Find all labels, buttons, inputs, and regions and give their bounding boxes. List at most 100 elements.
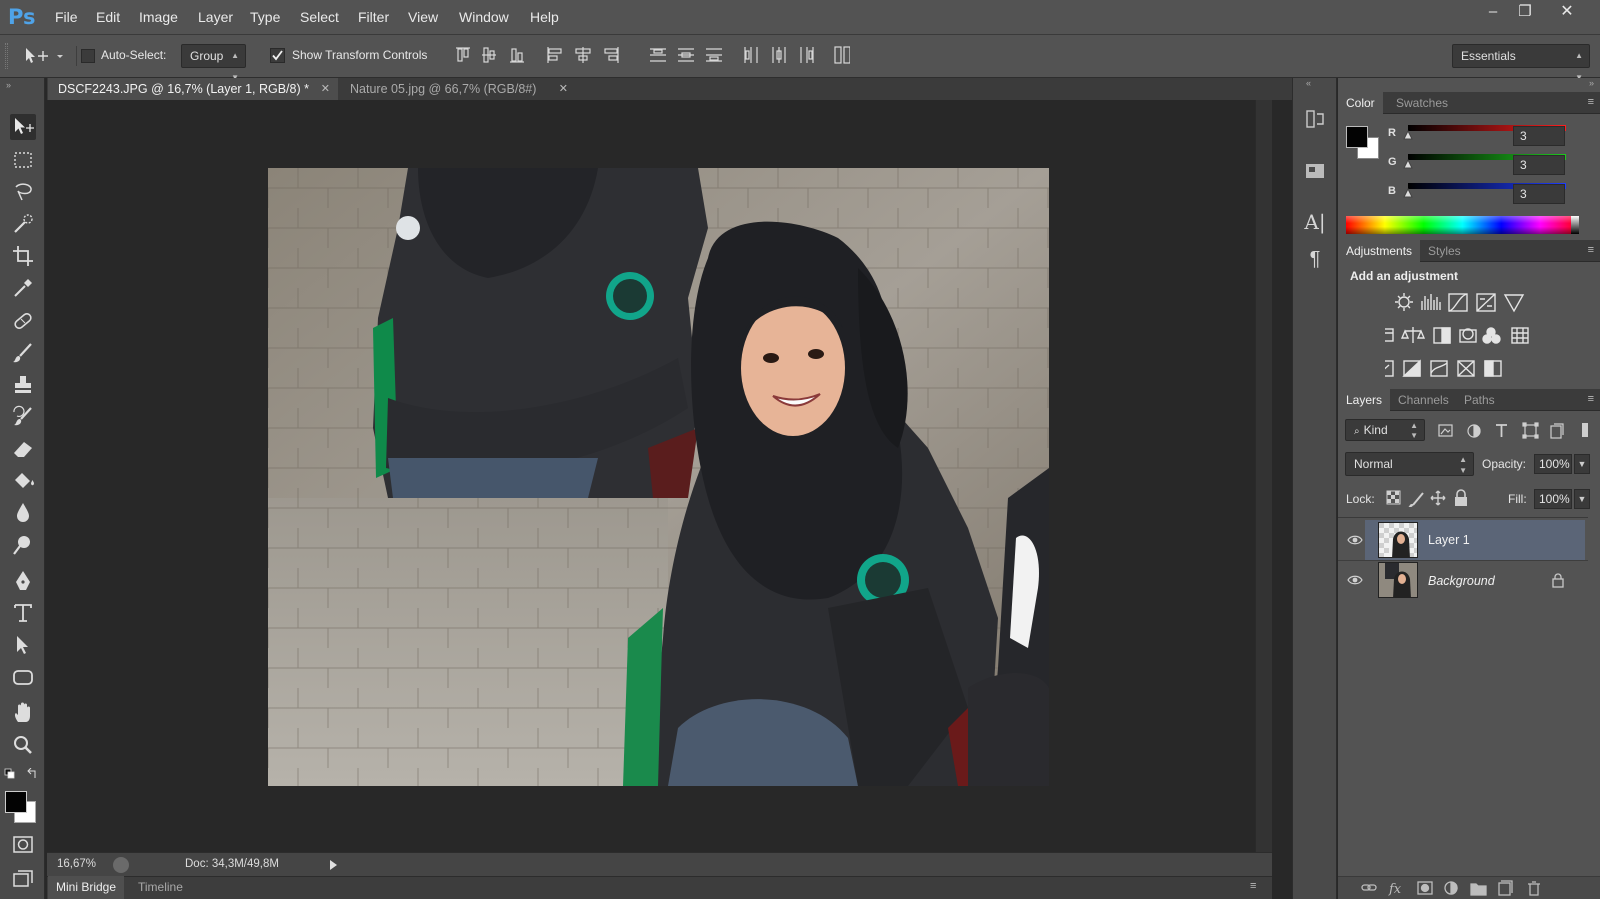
tab-paths[interactable]: Paths bbox=[1456, 389, 1503, 411]
menu-window[interactable]: Window bbox=[459, 0, 509, 35]
properties-panel-icon[interactable] bbox=[1302, 158, 1328, 184]
default-swap-colors-icons[interactable] bbox=[4, 768, 40, 782]
pen-tool-icon[interactable] bbox=[10, 568, 36, 594]
character-panel-icon[interactable]: A| bbox=[1302, 210, 1328, 236]
blend-mode-dropdown[interactable]: Normal ▲ ▼ bbox=[1345, 452, 1474, 476]
clone-stamp-tool-icon[interactable] bbox=[10, 372, 36, 398]
tab-channels[interactable]: Channels bbox=[1390, 389, 1457, 411]
slider-thumb-icon[interactable] bbox=[1403, 159, 1413, 169]
expand-dock-icon[interactable]: « bbox=[1306, 78, 1311, 88]
layer-filter-icons[interactable] bbox=[1436, 421, 1591, 441]
eraser-tool-icon[interactable] bbox=[10, 436, 36, 462]
tab-adjustments[interactable]: Adjustments bbox=[1338, 240, 1421, 262]
collapse-right-panels-icon[interactable]: » bbox=[1589, 78, 1594, 88]
history-brush-tool-icon[interactable] bbox=[10, 404, 36, 430]
tab-color[interactable]: Color bbox=[1338, 92, 1383, 114]
tab-mini-bridge[interactable]: Mini Bridge bbox=[48, 876, 125, 899]
crop-tool-icon[interactable] bbox=[10, 243, 36, 269]
document-tab-inactive[interactable]: Nature 05.jpg @ 66,7% (RGB/8#) ✕ bbox=[340, 78, 576, 100]
move-tool-icon[interactable] bbox=[10, 114, 36, 140]
layer-filter-kind-dropdown[interactable]: ⌕ Kind ▲ ▼ bbox=[1345, 419, 1425, 441]
menu-select[interactable]: Select bbox=[300, 0, 339, 35]
tab-layers[interactable]: Layers bbox=[1338, 389, 1391, 411]
menu-image[interactable]: Image bbox=[139, 0, 178, 35]
move-tool-preset-picker[interactable] bbox=[22, 45, 64, 67]
rectangular-marquee-tool-icon[interactable] bbox=[10, 147, 36, 173]
close-tab-icon[interactable]: ✕ bbox=[559, 78, 568, 100]
collapse-panel-icon[interactable]: » bbox=[6, 80, 11, 90]
foreground-color-swatch[interactable] bbox=[5, 791, 27, 813]
type-tool-icon[interactable] bbox=[10, 600, 36, 626]
workspace-dropdown[interactable]: Essentials ▲▼ bbox=[1452, 44, 1590, 82]
channel-b-value[interactable]: 3 bbox=[1513, 184, 1565, 204]
background-layer-name[interactable]: Background bbox=[1428, 574, 1495, 588]
channel-g-value[interactable]: 3 bbox=[1513, 155, 1565, 175]
bottom-panel-menu-icon[interactable]: ≡ bbox=[1250, 880, 1256, 892]
history-panel-icon[interactable] bbox=[1302, 106, 1328, 132]
menu-filter[interactable]: Filter bbox=[358, 0, 389, 35]
photoshop-logo: Ps bbox=[8, 5, 36, 29]
layers-footer-icons[interactable]: fx bbox=[1360, 879, 1585, 897]
opacity-slider-toggle[interactable]: ▼ bbox=[1574, 454, 1590, 474]
slider-thumb-icon[interactable] bbox=[1403, 188, 1413, 198]
close-button[interactable]: ✕ bbox=[1548, 0, 1586, 24]
path-selection-tool-icon[interactable] bbox=[10, 632, 36, 658]
layers-list-divider bbox=[1338, 517, 1588, 518]
paragraph-panel-icon[interactable]: ¶ bbox=[1302, 248, 1328, 274]
status-menu-arrow-icon[interactable] bbox=[328, 859, 338, 871]
brush-tool-icon[interactable] bbox=[10, 340, 36, 366]
tab-timeline[interactable]: Timeline bbox=[130, 876, 191, 899]
slider-thumb-icon[interactable] bbox=[1403, 130, 1413, 140]
eyedropper-tool-icon[interactable] bbox=[10, 275, 36, 301]
lasso-tool-icon[interactable] bbox=[10, 179, 36, 205]
document-tab-title: DSCF2243.JPG @ 16,7% (Layer 1, RGB/8) * bbox=[58, 82, 309, 96]
zoom-level[interactable]: 16,67% bbox=[57, 858, 96, 870]
fill-slider-toggle[interactable]: ▼ bbox=[1574, 489, 1590, 509]
layer-1-name[interactable]: Layer 1 bbox=[1428, 533, 1470, 547]
options-bar: Auto-Select: Group ▲▼ Show Transform Con… bbox=[0, 35, 1600, 82]
panel-menu-icon[interactable]: ≡ bbox=[1588, 244, 1594, 256]
quick-mask-icon[interactable] bbox=[10, 832, 36, 858]
menu-view[interactable]: View bbox=[408, 0, 438, 35]
dodge-tool-icon[interactable] bbox=[10, 532, 36, 558]
options-bar-grip[interactable] bbox=[5, 43, 8, 69]
opacity-value[interactable]: 100% bbox=[1534, 454, 1572, 474]
canvas-vertical-scrollbar[interactable] bbox=[1255, 100, 1272, 852]
screen-mode-icon[interactable] bbox=[10, 866, 36, 892]
menu-file[interactable]: File bbox=[55, 0, 78, 35]
spot-healing-brush-tool-icon[interactable] bbox=[10, 308, 36, 334]
color-foreground-swatch[interactable] bbox=[1346, 126, 1368, 148]
show-transform-checkbox[interactable] bbox=[270, 48, 285, 63]
rectangle-tool-icon[interactable] bbox=[10, 664, 36, 690]
menu-layer[interactable]: Layer bbox=[198, 0, 233, 35]
panel-menu-icon[interactable]: ≡ bbox=[1588, 393, 1594, 405]
menu-edit[interactable]: Edit bbox=[96, 0, 120, 35]
panel-menu-icon[interactable]: ≡ bbox=[1588, 96, 1594, 108]
document-tab-active[interactable]: DSCF2243.JPG @ 16,7% (Layer 1, RGB/8) * … bbox=[48, 78, 338, 100]
status-options-icon[interactable] bbox=[113, 857, 129, 873]
paint-bucket-tool-icon[interactable] bbox=[10, 468, 36, 494]
lock-options-icons[interactable] bbox=[1385, 489, 1477, 507]
auto-select-target-dropdown[interactable]: Group ▲▼ bbox=[181, 44, 246, 82]
close-tab-icon[interactable]: ✕ bbox=[321, 78, 330, 100]
menu-type[interactable]: Type bbox=[250, 0, 280, 35]
exposure-icon bbox=[1476, 293, 1496, 312]
eye-icon[interactable] bbox=[1347, 534, 1363, 546]
color-spectrum-bar[interactable] bbox=[1346, 216, 1579, 234]
zoom-tool-icon[interactable] bbox=[10, 732, 36, 758]
adjustment-icons-grid[interactable] bbox=[1385, 290, 1545, 390]
blur-tool-icon[interactable] bbox=[10, 500, 36, 526]
hand-tool-icon[interactable] bbox=[10, 700, 36, 726]
menu-help[interactable]: Help bbox=[530, 0, 559, 35]
restore-button[interactable]: ❐ bbox=[1506, 0, 1544, 24]
tab-styles[interactable]: Styles bbox=[1420, 240, 1469, 262]
eye-icon[interactable] bbox=[1347, 574, 1363, 586]
channel-r-label: R bbox=[1388, 127, 1396, 139]
channel-r-value[interactable]: 3 bbox=[1513, 126, 1565, 146]
quick-selection-tool-icon[interactable] bbox=[10, 211, 36, 237]
tab-swatches[interactable]: Swatches bbox=[1388, 92, 1456, 114]
auto-select-checkbox[interactable] bbox=[81, 49, 95, 63]
fill-value[interactable]: 100% bbox=[1534, 489, 1572, 509]
distribute-hcenter-icon bbox=[772, 47, 786, 63]
document-canvas-image[interactable] bbox=[268, 168, 1049, 786]
